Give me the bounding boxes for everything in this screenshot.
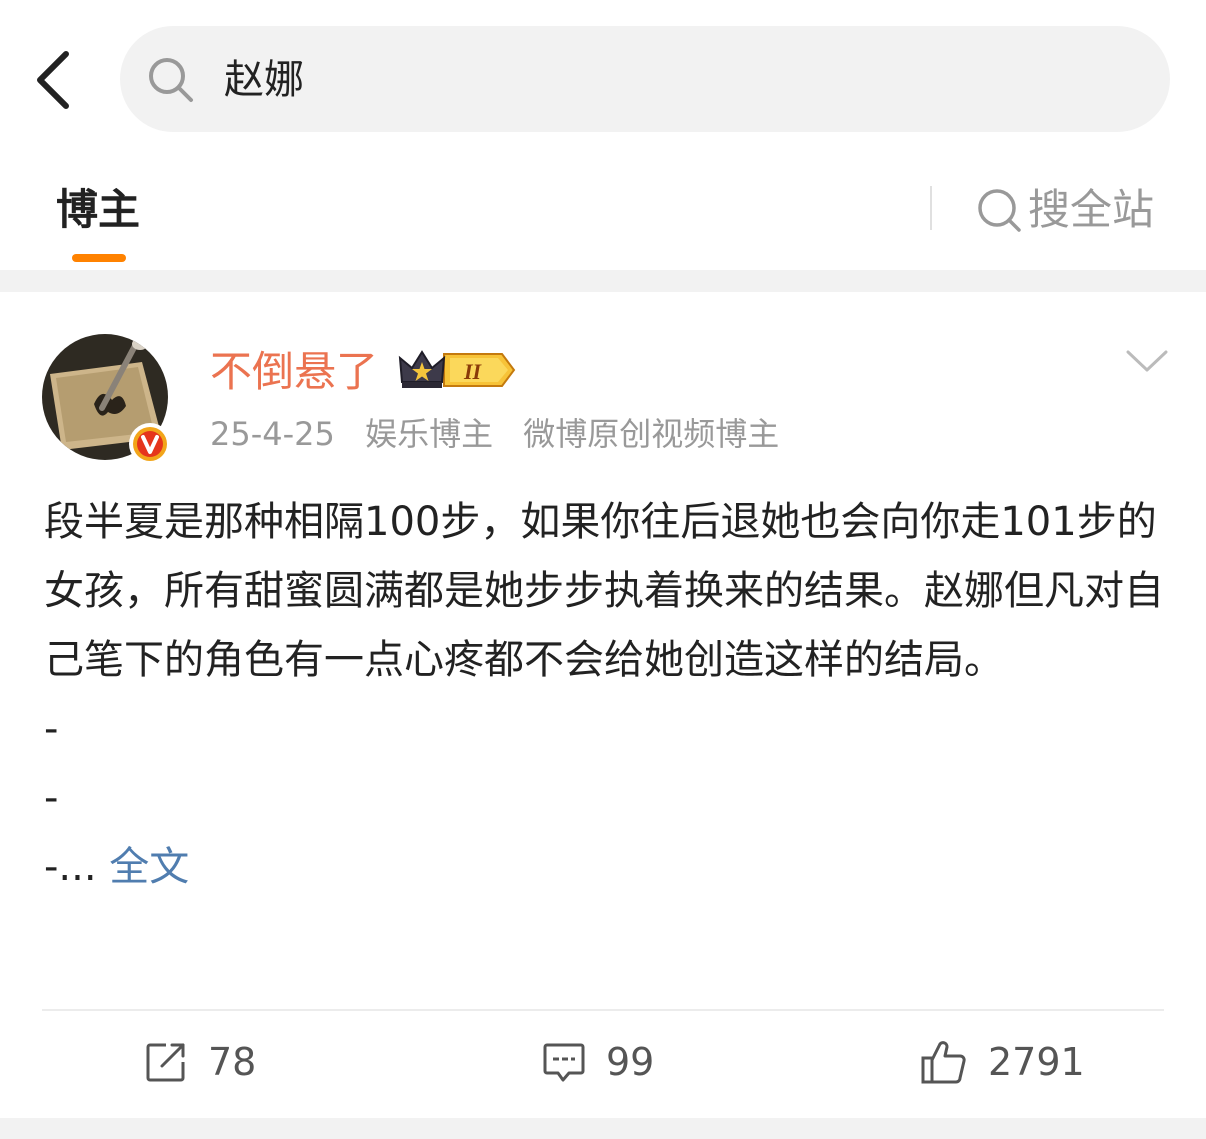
back-arrow-icon	[37, 51, 69, 109]
bottom-separator	[0, 1118, 1206, 1139]
section-separator	[0, 270, 1206, 292]
verified-v-icon	[129, 423, 171, 465]
post-content: 段半夏是那种相隔100步，如果你往后退她也会向你走101步的女孩，所有甜蜜圆满都…	[44, 488, 1164, 902]
post-username[interactable]: 不倒悬了	[210, 346, 378, 398]
top-bar	[0, 0, 1206, 160]
tab-divider	[930, 186, 932, 230]
post-last-line: -... 全文	[44, 833, 1164, 902]
comment-count: 99	[606, 1040, 655, 1084]
comment-button[interactable]: 99	[542, 1034, 654, 1090]
search-all-icon	[978, 189, 1021, 232]
search-input[interactable]	[224, 50, 1024, 110]
post-card: 不倒悬了 II 25-4-25 娱乐博主 微博原创视频博主 段半夏是那种相隔10…	[0, 292, 1206, 1118]
post-dash-line: -	[44, 775, 59, 821]
actions-divider	[42, 1009, 1164, 1011]
search-icon	[149, 58, 193, 102]
post-date: 25-4-25	[210, 415, 335, 453]
like-icon	[921, 1041, 966, 1084]
back-button[interactable]	[22, 42, 86, 118]
post-tag-entertainment: 娱乐博主	[365, 415, 494, 453]
chevron-down-icon	[1126, 350, 1168, 372]
repost-button[interactable]: 78	[144, 1034, 256, 1090]
post-dash-line: -	[44, 706, 59, 752]
search-all-button[interactable]: 搜全站	[976, 184, 1154, 236]
tab-bar: 博主 搜全站	[0, 160, 1206, 270]
crown-badge-icon: II	[398, 350, 516, 388]
post-tag-video-creator: 微博原创视频博主	[523, 415, 780, 453]
active-tab-indicator	[72, 254, 126, 262]
badge-level-text: II	[463, 359, 483, 384]
full-text-link[interactable]: 全文	[109, 844, 189, 890]
tab-bloggers[interactable]: 博主	[56, 184, 140, 236]
ellipsis-text: -...	[44, 844, 110, 890]
like-button[interactable]: 2791	[920, 1034, 1085, 1090]
repost-count: 78	[208, 1040, 257, 1084]
repost-icon	[146, 1043, 185, 1082]
post-paragraph: 段半夏是那种相隔100步，如果你往后退她也会向你走101步的女孩，所有甜蜜圆满都…	[44, 499, 1164, 683]
search-all-label: 搜全站	[1028, 185, 1155, 234]
like-count: 2791	[988, 1040, 1085, 1084]
comment-icon	[543, 1043, 585, 1082]
post-meta: 25-4-25 娱乐博主 微博原创视频博主	[210, 412, 799, 456]
crown-badge[interactable]: II	[398, 348, 518, 392]
post-options-button[interactable]	[1124, 346, 1170, 376]
